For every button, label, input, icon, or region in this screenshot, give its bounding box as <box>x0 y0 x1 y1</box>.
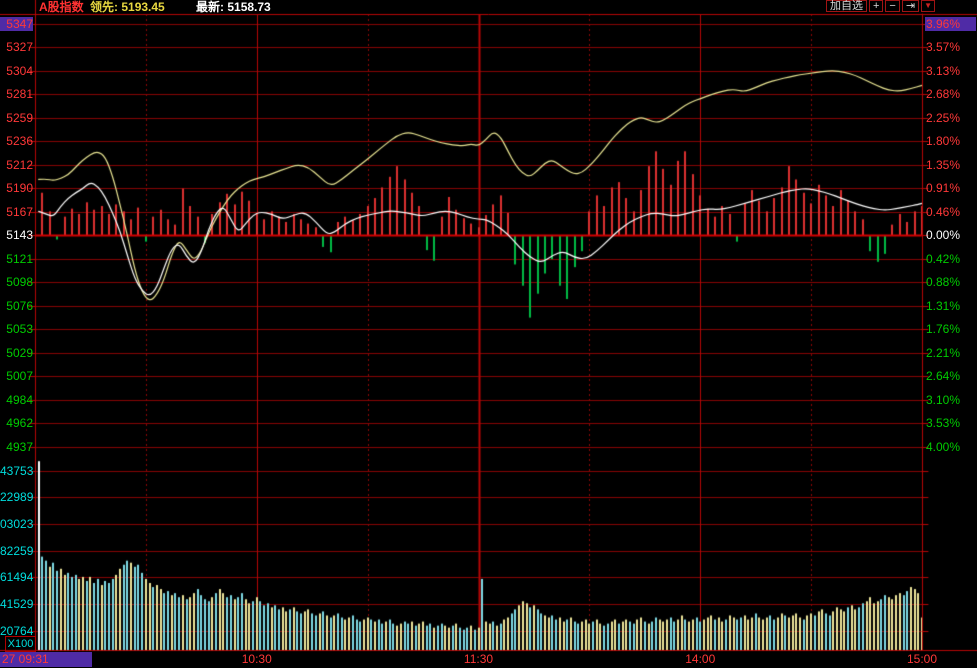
title-bar: A股指数 领先: 5193.45 最新: 5158.73 加自选 + − ⇥ ▼ <box>0 0 977 14</box>
time-axis-label: 14:00 <box>685 652 715 667</box>
leading-quote: 领先: 5193.45 <box>90 0 165 14</box>
volume-unit-label: X100 <box>5 636 36 652</box>
price-axis-label: 5190 <box>0 181 33 195</box>
time-axis-label: 11:30 <box>464 652 493 667</box>
index-name: A股指数 <box>39 0 84 14</box>
percent-axis-label: 1.35% <box>925 158 976 172</box>
volume-axis-label: 82259 <box>0 544 33 558</box>
percent-axis-label: 1.76% <box>925 322 976 336</box>
price-axis-label: 5098 <box>0 275 33 289</box>
leading-label: 领先: <box>90 0 118 14</box>
price-axis-label: 5076 <box>0 299 33 313</box>
percent-axis-label: 3.53% <box>925 416 976 430</box>
time-axis-label: 15:00 <box>907 652 937 667</box>
percent-axis-label: 2.68% <box>925 87 976 101</box>
percent-axis-label: 0.46% <box>925 205 976 219</box>
price-axis-label: 5053 <box>0 322 33 336</box>
price-axis-label: 5259 <box>0 111 33 125</box>
percent-axis-label: 2.64% <box>925 369 976 383</box>
percent-axis-label: 0.42% <box>925 252 976 266</box>
add-watchlist-button[interactable]: 加自选 <box>826 0 867 12</box>
price-axis-label: 5327 <box>0 40 33 54</box>
zoom-out-button[interactable]: − <box>885 0 899 12</box>
volume-axis-label: 03023 <box>0 517 33 531</box>
zoom-in-button[interactable]: + <box>869 0 883 12</box>
last-value: 5158.73 <box>227 0 270 14</box>
intraday-chart-canvas[interactable] <box>0 0 977 668</box>
volume-axis-label: 61494 <box>0 570 33 584</box>
toolbar: 加自选 + − ⇥ ▼ <box>826 0 935 14</box>
stock-app-window: A股指数 领先: 5193.45 最新: 5158.73 加自选 + − ⇥ ▼… <box>0 0 977 668</box>
percent-axis-label: 3.57% <box>925 40 976 54</box>
leading-value: 5193.45 <box>121 0 164 14</box>
percent-axis-label: 3.96% <box>925 17 976 31</box>
price-axis-label: 5281 <box>0 87 33 101</box>
price-axis-label: 5167 <box>0 205 33 219</box>
percent-axis-label: 0.00% <box>925 228 976 242</box>
percent-axis-label: 1.31% <box>925 299 976 313</box>
price-axis-label: 5007 <box>0 369 33 383</box>
chevron-down-icon: ▼ <box>924 1 932 10</box>
last-label: 最新: <box>196 0 224 14</box>
percent-axis-label: 0.88% <box>925 275 976 289</box>
price-axis-label: 5121 <box>0 252 33 266</box>
percent-axis-label: 2.25% <box>925 111 976 125</box>
percent-axis-label: 3.10% <box>925 393 976 407</box>
price-axis-label: 4984 <box>0 393 33 407</box>
volume-axis-label: 41529 <box>0 597 33 611</box>
price-axis-label: 5212 <box>0 158 33 172</box>
percent-axis-label: 4.00% <box>925 440 976 454</box>
skip-to-end-button[interactable]: ⇥ <box>902 0 919 12</box>
percent-axis-label: 2.21% <box>925 346 976 360</box>
price-axis-label: 5304 <box>0 64 33 78</box>
price-axis-label: 5236 <box>0 134 33 148</box>
price-axis-label: 4962 <box>0 416 33 430</box>
price-axis-label: 4937 <box>0 440 33 454</box>
time-axis-label: 10:30 <box>242 652 272 667</box>
volume-axis-label: 43753 <box>0 464 33 478</box>
last-quote: 最新: 5158.73 <box>196 0 271 14</box>
volume-axis-label: 22989 <box>0 490 33 504</box>
dropdown-button[interactable]: ▼ <box>921 0 935 12</box>
time-axis-label: 27 09:31 <box>0 652 92 667</box>
price-axis-label: 5143 <box>0 228 33 242</box>
price-axis-label: 5347 <box>0 17 33 31</box>
price-axis-label: 5029 <box>0 346 33 360</box>
percent-axis-label: 0.91% <box>925 181 976 195</box>
percent-axis-label: 3.13% <box>925 64 976 78</box>
percent-axis-label: 1.80% <box>925 134 976 148</box>
